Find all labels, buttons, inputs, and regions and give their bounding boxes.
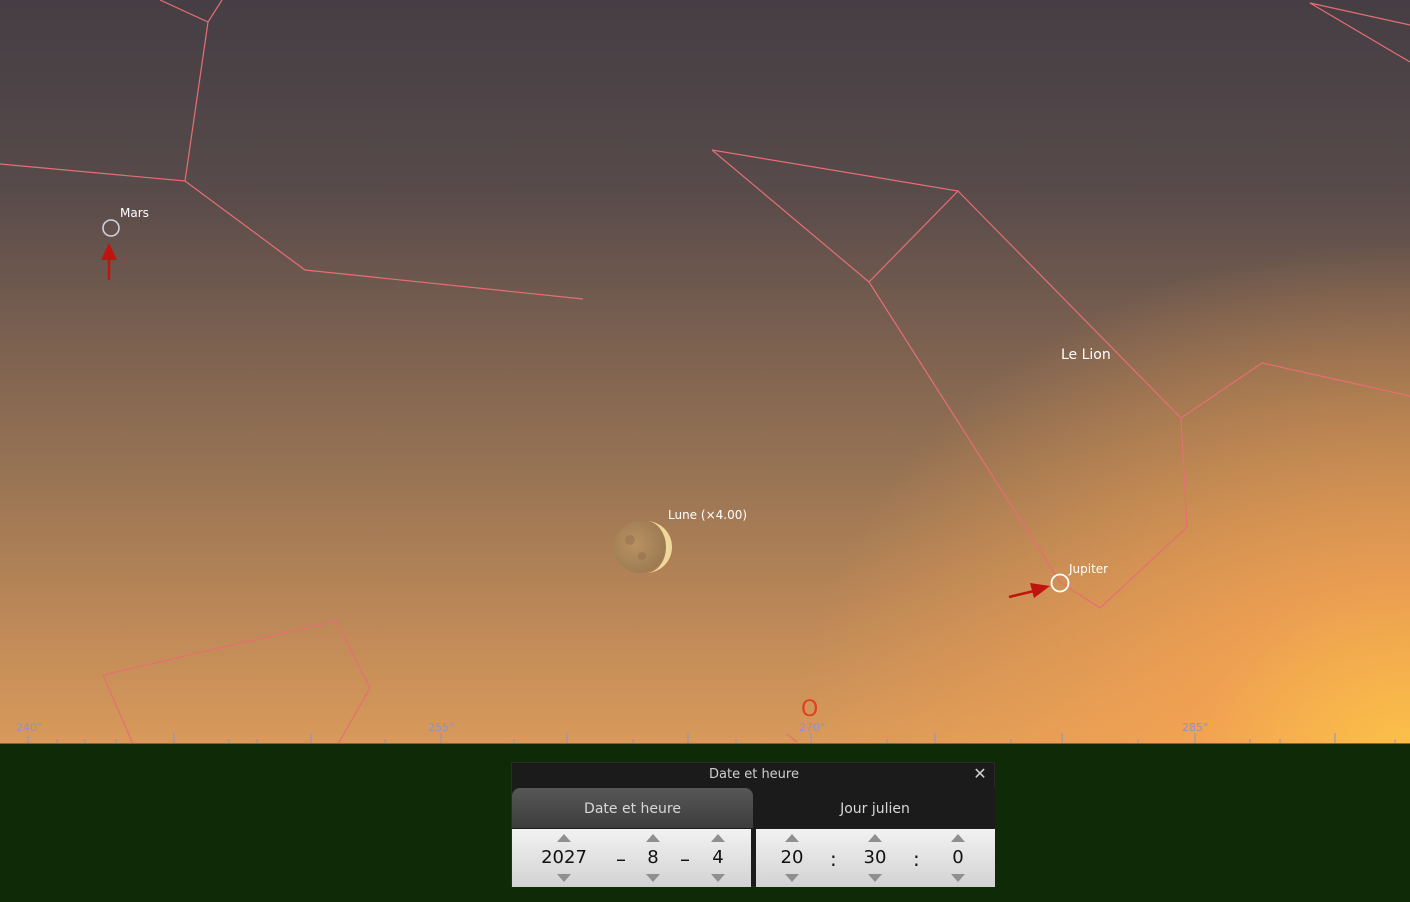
second-spinner[interactable]: 0 xyxy=(928,829,988,887)
azimuth-label: 240° xyxy=(16,721,43,734)
down-arrow-icon[interactable] xyxy=(868,874,882,882)
day-spinner[interactable]: 4 xyxy=(688,829,748,887)
date-panel: 2027 – 8 – 4 xyxy=(512,829,751,887)
minute-spinner[interactable]: 30 xyxy=(845,829,905,887)
down-arrow-icon[interactable] xyxy=(951,874,965,882)
azimuth-label: 285° xyxy=(1182,721,1209,734)
tab-date-time[interactable]: Date et heure xyxy=(512,788,753,828)
close-icon[interactable]: ✕ xyxy=(972,766,988,782)
date-time-dialog: Date et heure ✕ Date et heure Jour julie… xyxy=(511,762,995,887)
time-separator: : xyxy=(830,847,837,871)
down-arrow-icon[interactable] xyxy=(785,874,799,882)
up-arrow-icon[interactable] xyxy=(868,834,882,842)
time-panel: 20 : 30 : 0 xyxy=(756,829,995,887)
up-arrow-icon[interactable] xyxy=(951,834,965,842)
year-value[interactable]: 2027 xyxy=(534,847,594,868)
second-value[interactable]: 0 xyxy=(928,847,988,868)
year-spinner[interactable]: 2027 xyxy=(534,829,594,887)
dialog-title[interactable]: Date et heure xyxy=(512,763,996,787)
up-arrow-icon[interactable] xyxy=(557,834,571,842)
down-arrow-icon[interactable] xyxy=(711,874,725,882)
hour-spinner[interactable]: 20 xyxy=(762,829,822,887)
up-arrow-icon[interactable] xyxy=(646,834,660,842)
tab-julian-day[interactable]: Jour julien xyxy=(755,788,995,828)
cardinal-west: O xyxy=(801,697,819,722)
arrow-right-icon xyxy=(1008,583,1050,599)
minute-value[interactable]: 30 xyxy=(845,847,905,868)
up-arrow-icon[interactable] xyxy=(785,834,799,842)
time-separator: : xyxy=(913,847,920,871)
hour-value[interactable]: 20 xyxy=(762,847,822,868)
down-arrow-icon[interactable] xyxy=(646,874,660,882)
up-arrow-icon[interactable] xyxy=(711,834,725,842)
day-value[interactable]: 4 xyxy=(688,847,748,868)
month-value[interactable]: 8 xyxy=(623,847,683,868)
azimuth-label: 255° xyxy=(428,721,455,734)
down-arrow-icon[interactable] xyxy=(557,874,571,882)
month-spinner[interactable]: 8 xyxy=(623,829,683,887)
azimuth-label: 270° xyxy=(799,721,826,734)
constellation-name: Le Lion xyxy=(1061,347,1111,363)
sky-view[interactable]: Mars Lune (×4.00) Jupiter Le Lion 240° 2… xyxy=(0,0,1410,744)
